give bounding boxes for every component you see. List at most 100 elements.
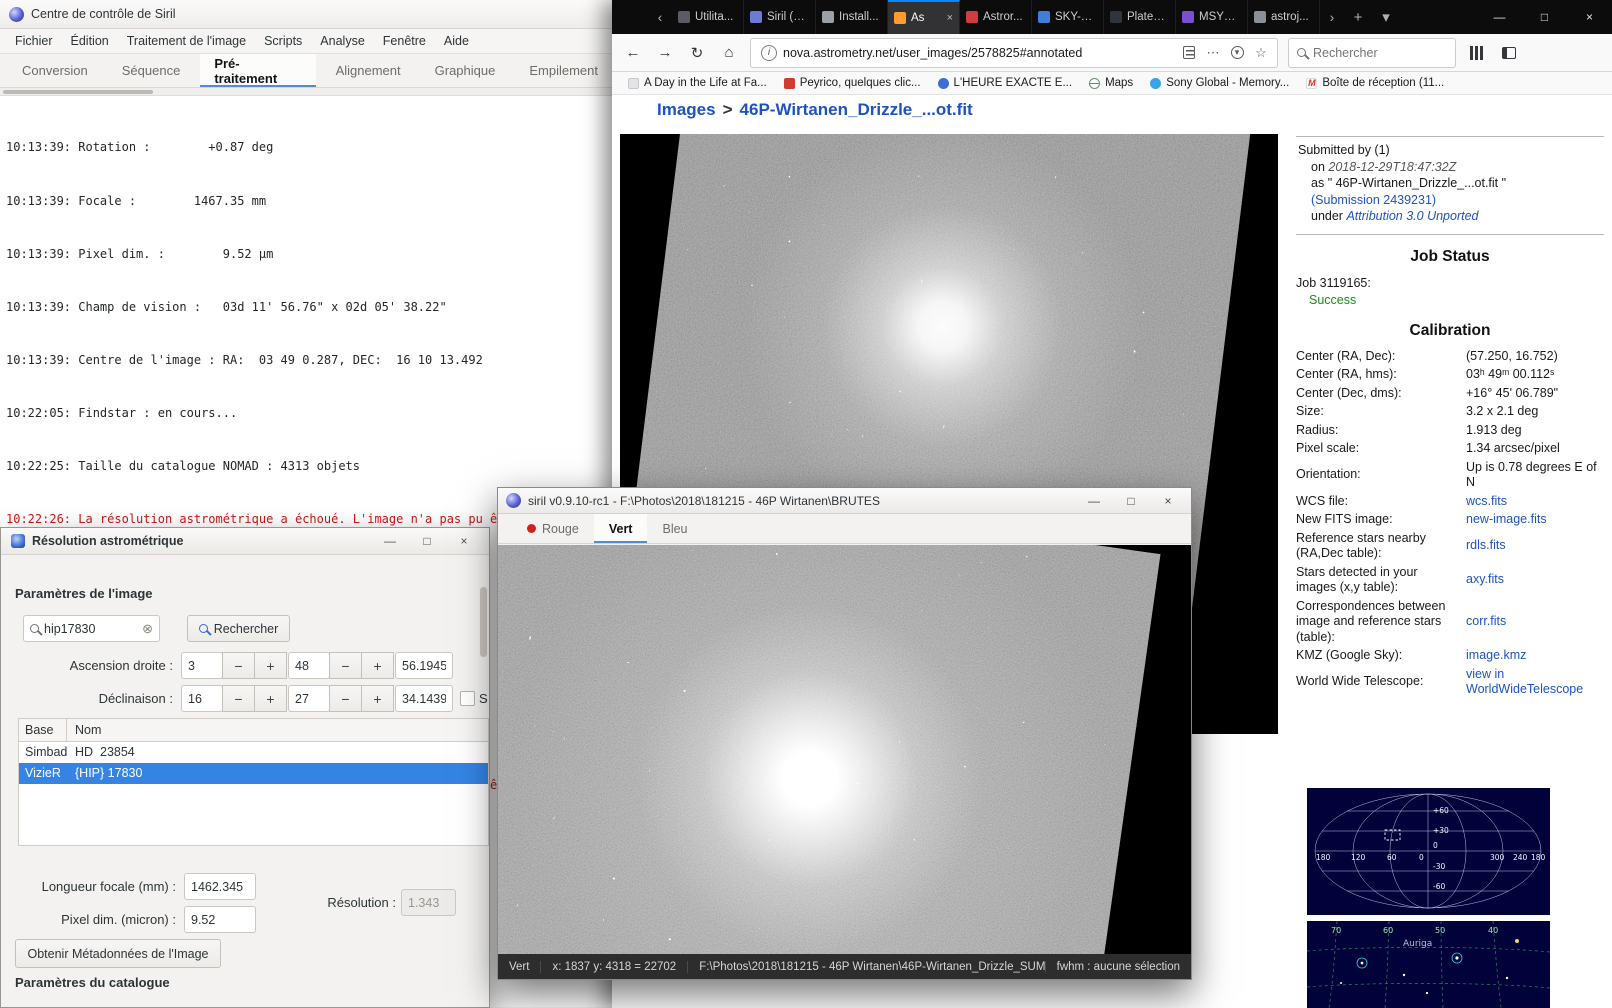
table-row[interactable]: Simbad HD 23854 [19,742,488,763]
maximize-button[interactable]: □ [412,534,442,548]
library-icon[interactable] [1462,38,1492,68]
dec-degrees-minus-button[interactable]: − [222,685,255,712]
bookmark-item[interactable]: Sony Global - Memory... [1150,77,1289,89]
menu-analyse[interactable]: Analyse [311,29,373,54]
dialog-scrollbar[interactable] [480,587,487,1007]
window-minimize-button[interactable]: — [1477,0,1522,34]
south-checkbox[interactable] [460,691,475,706]
tab-sequence[interactable]: Séquence [108,54,195,87]
ra-minutes-plus-button[interactable]: + [361,652,394,679]
dec-degrees-input[interactable] [181,685,223,712]
ra-minutes-input[interactable] [288,652,330,679]
tab-pretraitement[interactable]: Pré-traitement [200,54,316,87]
object-search-input[interactable]: hip17830 ⊗ [23,615,160,642]
focal-length-input[interactable] [184,873,256,900]
ra-hours-minus-button[interactable]: − [222,652,255,679]
dec-minutes-minus-button[interactable]: − [329,685,362,712]
dialog-titlebar[interactable]: Résolution astrométrique — □ × [1,528,489,555]
browser-tab[interactable]: MSYS2 ho... [1176,0,1248,34]
bookmark-star-icon[interactable]: ☆ [1249,45,1273,61]
window-close-button[interactable]: × [1567,0,1612,34]
horizontal-scrollbar[interactable] [0,88,612,96]
pocket-icon[interactable]: ▾ [1225,46,1249,59]
home-button[interactable]: ⌂ [714,38,744,68]
fits-image-view[interactable] [498,545,1191,955]
forward-button[interactable]: → [650,38,680,68]
submission-link[interactable]: (Submission 2439231) [1298,192,1602,209]
column-nom[interactable]: Nom [67,719,488,741]
scrollbar-thumb[interactable] [480,587,487,657]
breadcrumb-images-link[interactable]: Images [657,100,716,119]
search-button[interactable]: Rechercher [187,615,290,642]
breadcrumb-file-link[interactable]: 46P-Wirtanen_Drizzle_...ot.fit [740,100,973,119]
browser-tab[interactable]: Install... [816,0,888,34]
menu-edition[interactable]: Édition [62,29,118,54]
browser-tab[interactable]: SKY-M... [1032,0,1104,34]
bookmark-item[interactable]: M Boîte de réception (11... [1306,77,1444,89]
page-actions-icon[interactable]: ⋯ [1201,45,1225,61]
new-tab-button[interactable]: + [1344,0,1372,34]
dec-minutes-plus-button[interactable]: + [361,685,394,712]
dec-seconds-input[interactable] [395,685,453,712]
browser-tab[interactable]: Utilita... [672,0,744,34]
bookmark-item[interactable]: Maps [1089,77,1133,89]
back-button[interactable]: ← [618,38,648,68]
get-metadata-button[interactable]: Obtenir Métadonnées de l'Image [15,939,221,968]
tab-bleu[interactable]: Bleu [647,514,702,543]
calibration-row: Correspondences between image and refere… [1296,598,1507,644]
tab-close-icon[interactable]: × [947,12,953,24]
bookmark-item[interactable]: L'HEURE EXACTE E... [937,77,1072,89]
window-maximize-button[interactable]: □ [1522,0,1567,34]
menu-fenetre[interactable]: Fenêtre [374,29,435,54]
ra-hours-input[interactable] [181,652,223,679]
menu-traitement[interactable]: Traitement de l'image [118,29,255,54]
column-base[interactable]: Base [19,719,67,741]
close-button[interactable]: × [1153,494,1183,508]
log-line: 10:13:39: Pixel dim. : 9.52 µm [6,246,274,261]
dec-minutes-input[interactable] [288,685,330,712]
site-info-icon[interactable]: i [761,44,777,61]
tab-list-dropdown-icon[interactable]: ▾ [1372,0,1400,34]
browser-tab[interactable]: Astror... [960,0,1032,34]
tab-conversion[interactable]: Conversion [8,54,102,87]
pixel-size-input[interactable] [184,906,256,933]
ra-minutes-minus-button[interactable]: − [329,652,362,679]
tab-vert[interactable]: Vert [593,514,648,543]
close-button[interactable]: × [449,534,479,548]
maximize-button[interactable]: □ [1116,494,1146,508]
browser-tab[interactable]: PlateS... [1104,0,1176,34]
scroll-tabs-left-button[interactable]: ‹ [648,0,672,34]
dec-degrees-plus-button[interactable]: + [254,685,287,712]
bookmark-item[interactable]: A Day in the Life at Fa... [628,77,767,89]
scrollbar-thumb[interactable] [3,90,153,94]
siril-main-titlebar[interactable]: Centre de contrôle de Siril [0,0,612,29]
browser-tab[interactable]: astroj... [1248,0,1320,34]
tab-empilement[interactable]: Empilement [515,54,612,87]
tab-favicon [1038,11,1050,23]
ra-hours-plus-button[interactable]: + [254,652,287,679]
scroll-tabs-right-button[interactable]: › [1320,0,1344,34]
menu-fichier[interactable]: Fichier [6,29,62,54]
tab-alignement[interactable]: Alignement [322,54,415,87]
url-text[interactable]: nova.astrometry.net/user_images/2578825#… [783,46,1177,60]
reader-mode-icon[interactable] [1177,46,1201,59]
ra-seconds-input[interactable] [395,652,453,679]
tab-graphique[interactable]: Graphique [421,54,510,87]
license-link[interactable]: Attribution 3.0 Unported [1346,209,1478,223]
search-input[interactable] [1313,45,1423,60]
menu-aide[interactable]: Aide [435,29,478,54]
image-window-titlebar[interactable]: siril v0.9.10-rc1 - F:\Photos\2018\18121… [498,488,1191,514]
url-bar[interactable]: i nova.astrometry.net/user_images/257882… [750,37,1278,68]
reload-button[interactable]: ↻ [682,38,712,68]
browser-tab[interactable]: Siril (0... [744,0,816,34]
browser-tab-active[interactable]: As × [888,0,960,34]
search-bar[interactable] [1288,37,1456,68]
menu-scripts[interactable]: Scripts [255,29,311,54]
tab-rouge[interactable]: Rouge [512,514,594,543]
sidebar-icon[interactable] [1494,38,1524,68]
bookmark-item[interactable]: Peyrico, quelques clic... [783,77,921,89]
minimize-button[interactable]: — [1079,494,1109,508]
clear-icon[interactable]: ⊗ [142,621,153,637]
table-row[interactable]: VizieR {HIP} 17830 [19,763,488,784]
minimize-button[interactable]: — [375,534,405,548]
